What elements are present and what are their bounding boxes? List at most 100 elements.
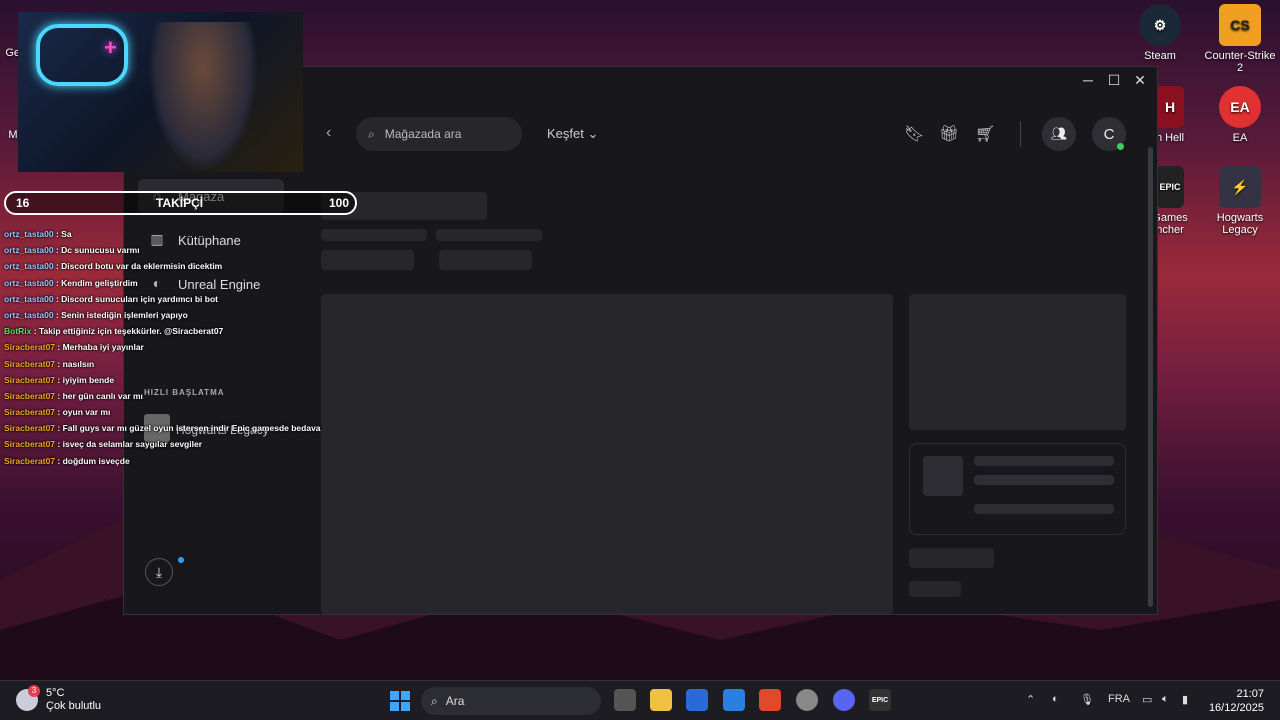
microphone-icon[interactable]: 🎙︎ — [1080, 693, 1094, 706]
skeleton-tab — [321, 229, 427, 241]
windows-logo-icon — [390, 702, 399, 711]
store-search[interactable]: ⌕ — [356, 117, 522, 151]
cs2-icon: CS — [1219, 4, 1261, 46]
skeleton-card — [909, 443, 1126, 535]
taskbar-search[interactable]: ⌕ Ara — [421, 687, 601, 715]
tray-app-icon[interactable]: ◐ — [1052, 693, 1059, 705]
cloud-icon: 3 — [16, 685, 40, 711]
store-search-input[interactable] — [384, 127, 505, 141]
desktop-icon-hogwarts[interactable]: ⚡ Hogwarts Legacy — [1200, 166, 1280, 236]
skeleton-side-card — [909, 294, 1126, 430]
volume-icon[interactable]: 🔈︎ — [1162, 693, 1169, 706]
chat-text: : oyun var mı — [55, 407, 111, 418]
desktop-icon-partial-ge[interactable]: Ge — [0, 47, 20, 59]
desktop-icon-partial-mi[interactable]: Mi — [0, 129, 20, 141]
windows-logo-icon — [390, 691, 399, 700]
desktop-icon-ea[interactable]: EA EA — [1200, 86, 1280, 144]
chat-username: BotRix — [4, 326, 32, 337]
weather-temp: 5°C — [46, 687, 65, 699]
windows-logo-icon — [401, 691, 410, 700]
skeleton-hero — [321, 294, 893, 614]
clock-date: 16/12/2025 — [1208, 702, 1264, 714]
epic-games-icon: EPIC — [1156, 166, 1184, 208]
chat-text: : iyiyim bende — [55, 374, 115, 385]
tray-overflow-icon[interactable]: ⌃ — [1026, 693, 1035, 706]
chrome-icon[interactable] — [796, 689, 818, 711]
streamer-image — [148, 22, 258, 172]
back-button[interactable]: ‹ — [326, 124, 331, 142]
store-app-icon[interactable] — [686, 689, 708, 711]
desktop-icon-label: Counter-Strike 2 — [1204, 50, 1276, 74]
chat-text: : isveç da selamlar saygılar sevgiler — [55, 439, 202, 450]
start-button[interactable] — [390, 691, 410, 711]
maximize-button[interactable]: ☐ — [1105, 71, 1123, 89]
battery-icon[interactable]: ▮ — [1182, 693, 1188, 706]
taskbar: 3 5°C Çok bulutlu ⌕ Ara EPIC ⌃ ◐ 🎙︎ FRA … — [0, 680, 1280, 720]
neon-dpad-icon: + — [104, 35, 117, 60]
chat-username: ortz_tasta00 — [4, 293, 54, 304]
chat-username: ortz_tasta00 — [4, 261, 54, 272]
skeleton-tab — [436, 229, 542, 241]
weather-badge: 3 — [28, 685, 40, 697]
minimize-button[interactable]: ─ — [1079, 71, 1097, 89]
chat-message: ortz_tasta00 : Discord sunucuları için y… — [4, 291, 324, 307]
wishlist-icon[interactable]: 🔖︎ — [904, 124, 924, 144]
cart-icon[interactable]: 🛒︎ — [975, 124, 995, 144]
skeleton-line — [974, 504, 1114, 514]
app-icon[interactable] — [723, 689, 745, 711]
chat-message: Siracberat07 : her gün canlı var mı — [4, 388, 324, 404]
chat-message: Siracberat07 : Fall guys var mı güzel oy… — [4, 420, 324, 436]
chat-username: Siracberat07 — [4, 455, 56, 466]
chat-username: Siracberat07 — [4, 390, 56, 401]
chat-message: ortz_tasta00 : Senin istediğin işlemleri… — [4, 307, 324, 323]
chat-text: : Fall guys var mı güzel oyun istersen i… — [55, 423, 321, 434]
skeleton-pill — [321, 250, 414, 270]
ea-icon: EA — [1219, 86, 1261, 128]
desktop-icon-label: Steam — [1144, 50, 1176, 62]
chat-username: ortz_tasta00 — [4, 277, 54, 288]
skeleton-line — [974, 475, 1114, 485]
close-button[interactable]: ✕ — [1131, 71, 1149, 89]
network-icon[interactable]: ▭ — [1142, 693, 1152, 706]
discover-dropdown[interactable]: Keşfet ⌄ — [547, 126, 598, 142]
friends-button[interactable]: 👥︎ — [1042, 117, 1076, 151]
skeleton-thumb — [923, 456, 963, 496]
friends-icon: 👥︎ — [1050, 126, 1068, 141]
file-explorer-icon[interactable] — [650, 689, 672, 711]
stream-chat: ortz_tasta00 : Sa ortz_tasta00 : Dc sunuc… — [4, 226, 324, 469]
chat-username: Siracberat07 — [4, 374, 56, 385]
download-notification-dot — [178, 557, 184, 563]
skeleton-line — [974, 456, 1114, 466]
chat-username: Siracberat07 — [4, 342, 56, 353]
chat-text: : Discord sunucuları için yardımcı bi bo… — [53, 293, 218, 304]
gift-icon[interactable]: 🎁︎ — [939, 124, 959, 144]
epic-games-taskbar-icon[interactable]: EPIC — [869, 689, 891, 711]
search-icon: ⌕ — [368, 126, 375, 141]
weather-desc: Çok bulutlu — [46, 700, 102, 712]
chat-username: ortz_tasta00 — [4, 229, 54, 239]
discord-icon[interactable] — [833, 689, 855, 711]
task-view-icon[interactable] — [614, 689, 636, 711]
chat-message: Siracberat07 : nasılsın — [4, 356, 324, 372]
chat-text: : nasılsın — [55, 358, 95, 369]
window-controls: ─ ☐ ✕ — [1079, 71, 1149, 89]
weather-widget[interactable]: 3 5°C Çok bulutlu — [16, 685, 102, 713]
skeleton-pill — [439, 250, 532, 270]
online-status-dot — [1117, 143, 1124, 150]
chat-text: : Sa — [53, 229, 72, 239]
scrollbar[interactable] — [1148, 147, 1153, 607]
desktop-icon-label: EA — [1232, 132, 1248, 144]
chat-message: ortz_tasta00 : Dc sunucusu varmı — [4, 242, 324, 258]
desktop-icon-label: Hogwarts Legacy — [1216, 212, 1264, 236]
chat-text: : her gün canlı var mı — [55, 390, 143, 401]
brave-browser-icon[interactable] — [759, 689, 781, 711]
taskbar-clock[interactable]: 21:07 16/12/2025 — [1209, 687, 1264, 715]
chat-username: Siracberat07 — [4, 407, 56, 418]
search-icon: ⌕ — [431, 693, 438, 708]
desktop-icon-steam[interactable]: ⚙ Steam — [1120, 4, 1200, 62]
chat-message: Siracberat07 : isveç da selamlar saygıla… — [4, 436, 324, 452]
language-indicator[interactable]: FRA — [1108, 693, 1130, 705]
desktop-icon-cs2[interactable]: CS Counter-Strike 2 — [1200, 4, 1280, 74]
steam-icon: ⚙ — [1139, 4, 1181, 46]
downloads-button[interactable]: ⤓ — [145, 558, 173, 586]
